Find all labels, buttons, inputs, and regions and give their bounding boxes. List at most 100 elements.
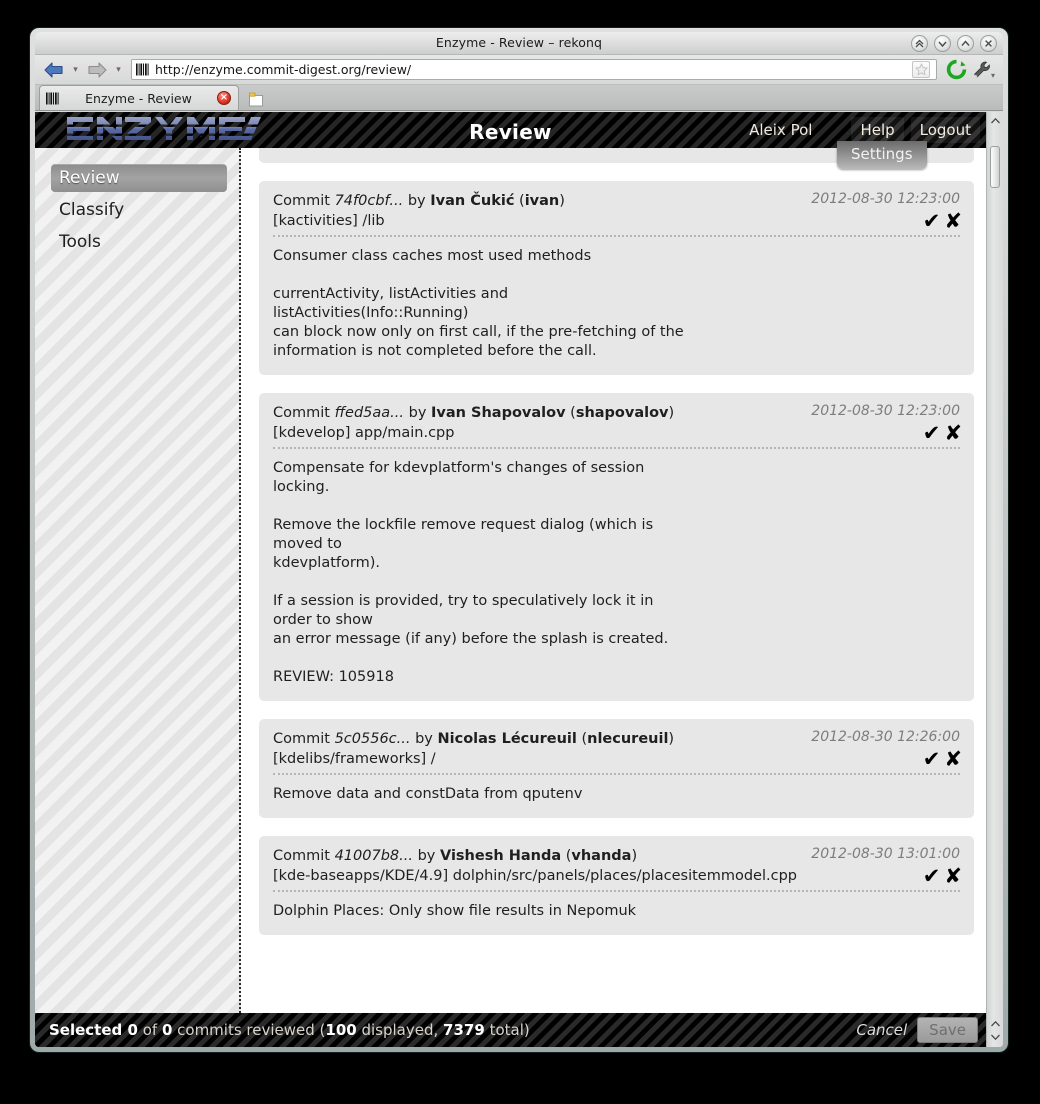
- commit-list: for directed graphs. (cherry picked from…: [241, 148, 986, 1013]
- commit-nick: nlecureuil: [587, 731, 669, 747]
- selected-count: 0: [127, 1021, 138, 1039]
- commit-date: 2012-08-30 12:23:00: [811, 403, 960, 419]
- reject-cross-icon[interactable]: ✘: [944, 423, 962, 444]
- page-body: Review Classify Tools for directed graph…: [35, 148, 986, 1013]
- tab-bar: Enzyme - Review ×: [35, 85, 1003, 111]
- commit-date: 2012-08-30 12:23:00: [811, 191, 960, 207]
- scroll-up-bottom-icon[interactable]: [987, 1017, 1003, 1031]
- keep-above-icon[interactable]: [911, 35, 928, 52]
- commit-card[interactable]: Commit 5c0556c... by Nicolas Lécureuil (…: [259, 719, 974, 818]
- commit-actions: ✔ ✘: [923, 423, 962, 444]
- reject-cross-icon[interactable]: ✘: [944, 211, 962, 232]
- window-controls: [911, 35, 997, 52]
- sidebar-item-review[interactable]: Review: [51, 164, 227, 192]
- accept-check-icon[interactable]: ✔: [923, 749, 941, 770]
- bookmark-star-icon[interactable]: [912, 61, 930, 78]
- tools-wrench-icon[interactable]: ▾: [971, 58, 997, 82]
- commit-sha[interactable]: 5c0556c...: [335, 731, 411, 747]
- status-displayed-label: displayed,: [356, 1021, 444, 1039]
- commit-author: Ivan Čukić: [430, 193, 515, 209]
- barcode-icon: [136, 63, 149, 76]
- commit-nick: shapovalov: [575, 405, 669, 421]
- commit-by: by: [412, 848, 440, 864]
- commit-message: Compensate for kdevplatform's changes of…: [273, 460, 669, 685]
- commit-header: Commit 74f0cbf... by Ivan Čukić (ivan) […: [273, 191, 962, 237]
- commit-author: Nicolas Lécureuil: [437, 731, 577, 747]
- commit-sha[interactable]: 41007b8...: [335, 848, 413, 864]
- commit-sha[interactable]: 74f0cbf...: [335, 193, 404, 209]
- commit-by: by: [404, 405, 432, 421]
- new-tab-button[interactable]: [243, 87, 269, 110]
- displayed-count: 100: [325, 1021, 357, 1039]
- reject-cross-icon[interactable]: ✘: [944, 749, 962, 770]
- sidebar: Review Classify Tools: [35, 148, 241, 1013]
- reviewed-count: 0: [161, 1021, 173, 1039]
- commit-list-scroll: for directed graphs. (cherry picked from…: [259, 148, 974, 935]
- sidebar-item-classify[interactable]: Classify: [51, 196, 227, 224]
- page-viewport: Review Aleix Pol Help Logout Settings Re…: [35, 112, 1003, 1047]
- browser-window: Enzyme - Review – rekonq ▾ ▾ http://enzy…: [30, 28, 1008, 1052]
- forward-icon[interactable]: [84, 59, 110, 81]
- accept-check-icon[interactable]: ✔: [923, 866, 941, 887]
- help-link[interactable]: Help: [851, 117, 904, 143]
- save-button[interactable]: Save: [917, 1017, 978, 1043]
- commit-actions: ✔ ✘: [923, 211, 962, 232]
- commit-date: 2012-08-30 12:26:00: [811, 729, 960, 745]
- commit-actions: ✔ ✘: [923, 749, 962, 770]
- forward-history-chevron-down-icon[interactable]: ▾: [112, 59, 125, 81]
- tab-enzyme-review[interactable]: Enzyme - Review ×: [39, 85, 239, 110]
- scroll-up-icon[interactable]: [987, 114, 1003, 128]
- scrollbar-thumb[interactable]: [990, 146, 1000, 188]
- commit-repo-path: [kdevelop] app/main.cpp: [273, 425, 455, 441]
- reject-cross-icon[interactable]: ✘: [944, 866, 962, 887]
- commit-card[interactable]: Commit 74f0cbf... by Ivan Čukić (ivan) […: [259, 181, 974, 375]
- commit-actions: ✔ ✘: [923, 866, 962, 887]
- scroll-down-icon[interactable]: [987, 1030, 1003, 1044]
- commit-date: 2012-08-30 13:01:00: [811, 846, 960, 862]
- commit-header: Commit 5c0556c... by Nicolas Lécureuil (…: [273, 729, 962, 775]
- back-icon[interactable]: [41, 59, 67, 81]
- commit-by: by: [410, 731, 438, 747]
- commit-prefix: Commit: [273, 731, 335, 747]
- tab-favicon-barcode-icon: [46, 92, 59, 104]
- commit-header: Commit 41007b8... by Vishesh Handa (vhan…: [273, 846, 962, 892]
- status-bar: Selected 0 of 0 commits reviewed (100 di…: [35, 1013, 986, 1047]
- commit-by: by: [403, 193, 431, 209]
- tools-chevron-down-icon[interactable]: ▾: [991, 71, 995, 80]
- tab-close-icon[interactable]: ×: [217, 91, 231, 105]
- vertical-scrollbar[interactable]: [986, 112, 1003, 1047]
- commit-repo-path: [kdelibs/frameworks] /: [273, 751, 436, 767]
- accept-check-icon[interactable]: ✔: [923, 211, 941, 232]
- commit-message: Remove data and constData from qputenv: [273, 786, 583, 802]
- commit-sha[interactable]: ffed5aa...: [335, 405, 404, 421]
- status-middle: commits reviewed (: [172, 1021, 326, 1039]
- window-inner: Enzyme - Review – rekonq ▾ ▾ http://enzy…: [35, 32, 1003, 1047]
- sidebar-item-tools[interactable]: Tools: [51, 228, 227, 256]
- minimize-icon[interactable]: [934, 35, 951, 52]
- commit-prefix: Commit: [273, 193, 335, 209]
- commit-message: Consumer class caches most used methods …: [273, 248, 684, 359]
- close-icon[interactable]: [980, 35, 997, 52]
- maximize-icon[interactable]: [957, 35, 974, 52]
- commit-author: Vishesh Handa: [439, 848, 562, 864]
- status-of: of: [137, 1021, 162, 1039]
- commit-repo-path: [kde-baseapps/KDE/4.9] dolphin/src/panel…: [273, 868, 797, 884]
- url-text[interactable]: http://enzyme.commit-digest.org/review/: [155, 62, 907, 77]
- commit-message: Dolphin Places: Only show file results i…: [273, 903, 637, 919]
- accept-check-icon[interactable]: ✔: [923, 423, 941, 444]
- settings-menu-item[interactable]: Settings: [837, 141, 927, 169]
- back-history-chevron-down-icon[interactable]: ▾: [69, 59, 82, 81]
- status-prefix: Selected: [49, 1021, 128, 1039]
- tab-title: Enzyme - Review: [85, 90, 192, 106]
- url-bar[interactable]: http://enzyme.commit-digest.org/review/: [131, 59, 937, 80]
- username-menu[interactable]: Aleix Pol: [739, 118, 822, 142]
- browser-toolbar: ▾ ▾ http://enzyme.commit-digest.org/revi…: [35, 55, 1003, 85]
- commit-nick: ivan: [524, 193, 560, 209]
- commit-card[interactable]: Commit ffed5aa... by Ivan Shapovalov (sh…: [259, 393, 974, 701]
- commit-author: Ivan Shapovalov: [431, 405, 566, 421]
- reload-icon[interactable]: [943, 58, 969, 82]
- commit-card[interactable]: Commit 41007b8... by Vishesh Handa (vhan…: [259, 836, 974, 935]
- logout-link[interactable]: Logout: [910, 117, 980, 143]
- cancel-button[interactable]: Cancel: [856, 1021, 907, 1039]
- titlebar: Enzyme - Review – rekonq: [35, 32, 1003, 55]
